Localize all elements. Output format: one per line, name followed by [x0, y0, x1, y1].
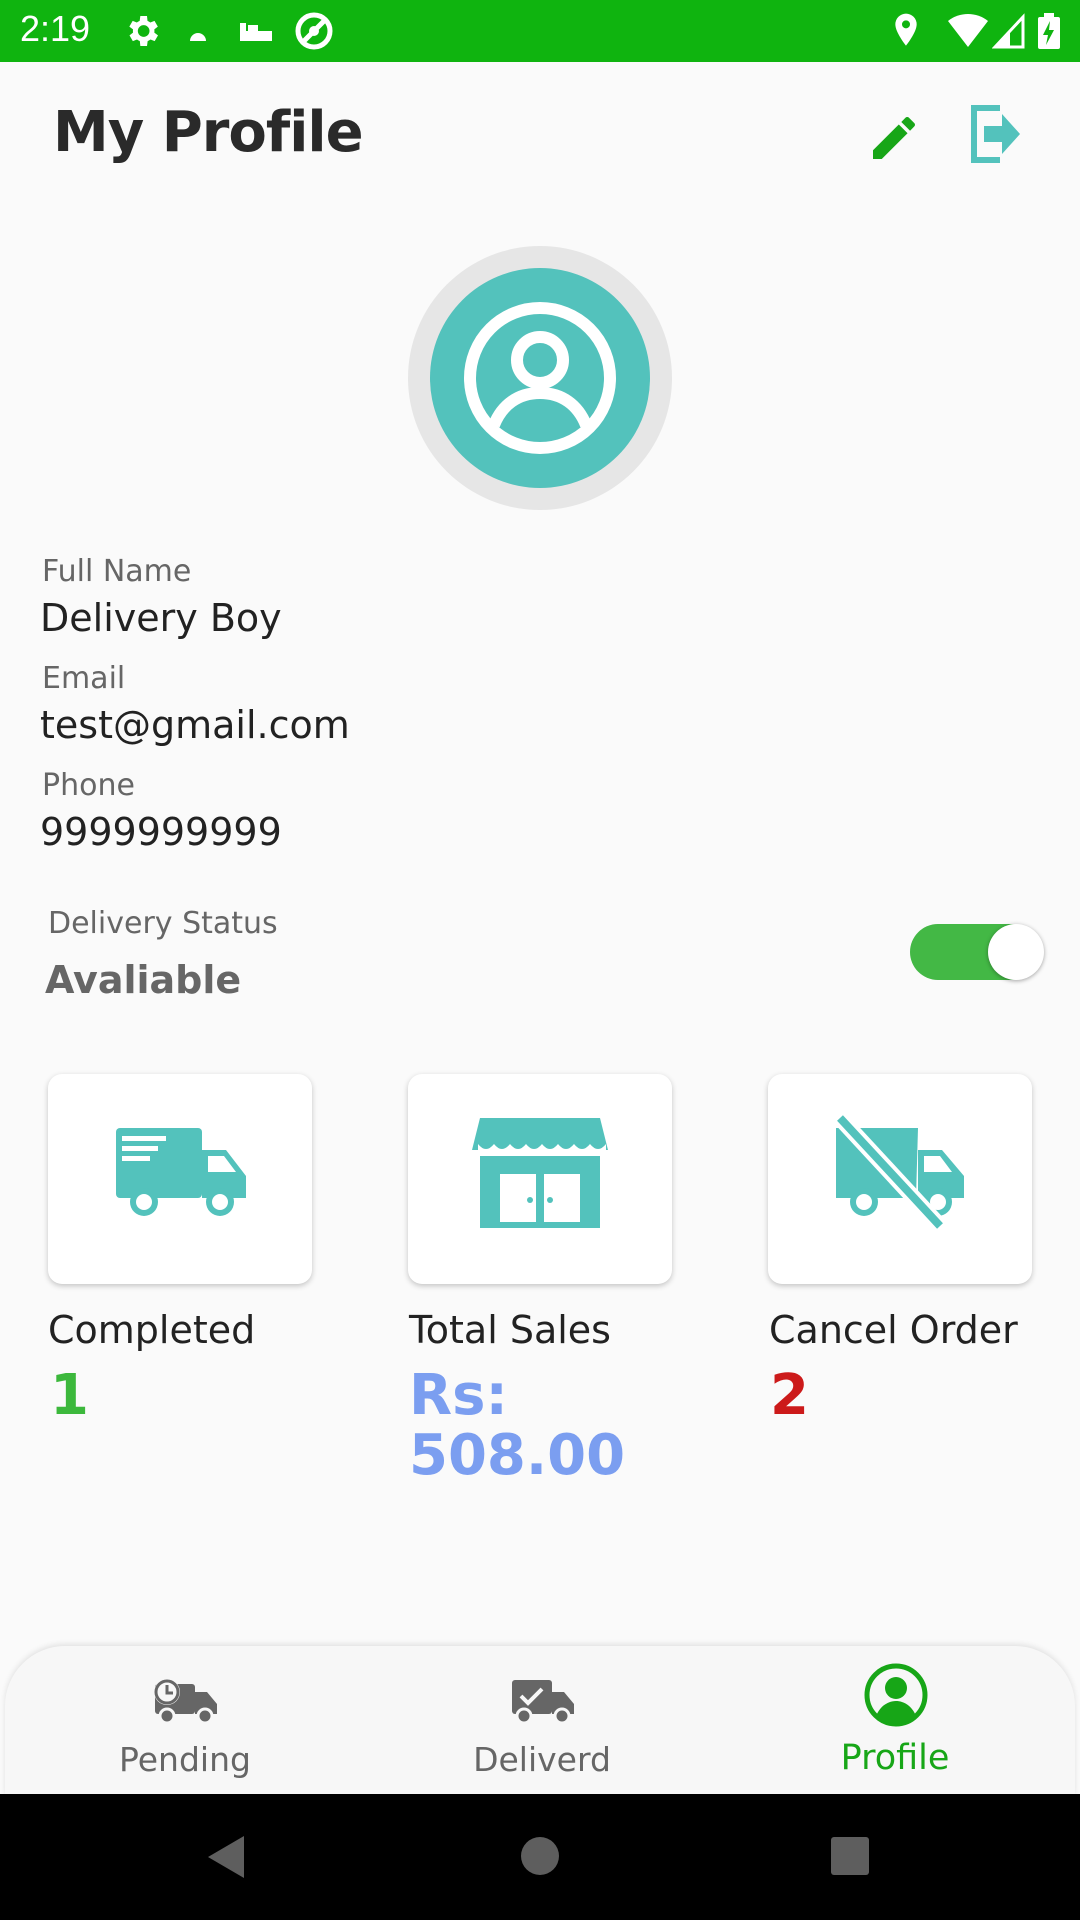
- full-name-label: Full Name: [42, 554, 192, 589]
- total-sales-value: Rs: 508.00: [409, 1363, 626, 1488]
- battery-charging-icon: [1038, 13, 1060, 49]
- nav-label-profile: Profile: [840, 1738, 950, 1778]
- completed-card[interactable]: [48, 1074, 312, 1284]
- system-nav-bar: [0, 1794, 1080, 1920]
- avatar[interactable]: [408, 246, 672, 510]
- delivered-truck-icon: [512, 1680, 574, 1725]
- home-icon[interactable]: [520, 1836, 560, 1876]
- delivery-truck-icon: [116, 1128, 246, 1216]
- back-icon[interactable]: [204, 1834, 246, 1880]
- nav-item-delivered[interactable]: Deliverd: [392, 1646, 692, 1796]
- status-bar: 2:19: [0, 0, 1080, 62]
- delivery-status-label: Delivery Status: [48, 906, 278, 941]
- completed-value: 1: [50, 1363, 89, 1428]
- email-label: Email: [42, 661, 126, 696]
- user-circle-icon: [464, 302, 616, 454]
- page-title: My Profile: [53, 100, 364, 165]
- nav-label-delivered: Deliverd: [473, 1740, 611, 1779]
- logout-icon[interactable]: [966, 100, 1024, 168]
- status-time: 2:19: [20, 8, 91, 49]
- gear-icon: [129, 16, 158, 46]
- pending-truck-icon: [154, 1679, 217, 1725]
- profile-icon: [864, 1663, 928, 1727]
- recents-icon[interactable]: [830, 1836, 870, 1876]
- bottom-nav: Pending Deliverd Profile: [5, 1646, 1075, 1796]
- at-icon: [295, 12, 333, 50]
- cancelled-truck-icon: [834, 1114, 964, 1230]
- location-icon: [895, 13, 917, 46]
- phone-value: 9999999999: [40, 810, 282, 854]
- nav-item-pending[interactable]: Pending: [35, 1646, 335, 1796]
- cancel-order-label: Cancel Order: [769, 1308, 1018, 1352]
- nav-item-profile[interactable]: Profile: [745, 1646, 1045, 1796]
- full-name-value: Delivery Boy: [40, 596, 282, 640]
- bed-icon: [240, 23, 272, 41]
- store-icon: [472, 1118, 608, 1228]
- cancel-order-card[interactable]: [768, 1074, 1032, 1284]
- nav-label-pending: Pending: [119, 1740, 251, 1779]
- delivery-status-value: Avaliable: [45, 958, 242, 1002]
- completed-label: Completed: [48, 1308, 256, 1352]
- total-sales-label: Total Sales: [409, 1308, 611, 1352]
- cancel-order-value: 2: [770, 1363, 809, 1428]
- wifi-icon: [948, 13, 988, 48]
- phone-label: Phone: [42, 768, 135, 803]
- email-value: test@gmail.com: [40, 703, 350, 747]
- cloud-icon: [190, 33, 206, 41]
- signal-icon: [992, 13, 1025, 49]
- pencil-icon[interactable]: [866, 110, 922, 166]
- toggle-thumb[interactable]: [988, 924, 1044, 980]
- total-sales-card[interactable]: [408, 1074, 672, 1284]
